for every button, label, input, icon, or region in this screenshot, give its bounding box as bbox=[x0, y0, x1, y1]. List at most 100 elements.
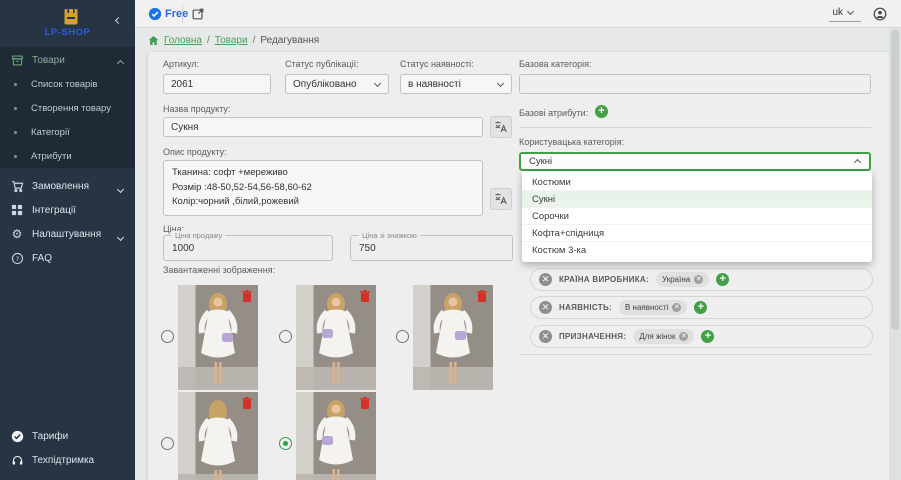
sidebar-item-label: Тарифи bbox=[32, 431, 68, 442]
scrollbar[interactable] bbox=[889, 28, 901, 480]
sidebar-item-categories[interactable]: Категорії bbox=[0, 120, 135, 144]
main-image-radio-selected[interactable] bbox=[279, 437, 292, 450]
bullet-icon bbox=[14, 83, 17, 86]
dropdown-option[interactable]: Костюми bbox=[522, 174, 872, 191]
description-textarea[interactable]: Тканина: софт +мереживо Розмір :48-50,52… bbox=[163, 160, 483, 216]
language-underline bbox=[829, 21, 861, 22]
sidebar-collapse-button[interactable] bbox=[113, 10, 125, 22]
sidebar: LP-SHOP Товари Список товарів Створення … bbox=[0, 0, 135, 480]
discount-price-label: Ціна зі знижкою bbox=[359, 231, 420, 240]
category-dropdown: Костюми Сукні Сорочки Кофта+спідниця Кос… bbox=[522, 171, 872, 262]
sidebar-item-faq[interactable]: ? FAQ bbox=[0, 246, 135, 270]
remove-value-icon[interactable]: ✕ bbox=[694, 275, 703, 284]
sidebar-item-settings[interactable]: ⚙ Налаштування bbox=[0, 222, 135, 246]
publish-status-label: Статус публікації: bbox=[285, 59, 359, 69]
app-logo: LP-SHOP bbox=[0, 27, 135, 38]
main-image-radio[interactable] bbox=[279, 330, 292, 343]
publish-status-select[interactable]: Опубліковано bbox=[285, 74, 389, 94]
sidebar-item-product-create[interactable]: Створення товару bbox=[0, 96, 135, 120]
base-attributes-label: Базові атрибути: bbox=[519, 108, 588, 118]
sidebar-item-integrations[interactable]: Інтеграції bbox=[0, 198, 135, 222]
sidebar-item-label: FAQ bbox=[32, 253, 52, 264]
help-icon: ? bbox=[10, 251, 24, 265]
sidebar-item-products[interactable]: Товари bbox=[0, 48, 135, 72]
attribute-row-country: ✕ КРАЇНА ВИРОБНИКА: Україна ✕ + bbox=[530, 268, 873, 291]
sidebar-item-label: Налаштування bbox=[32, 229, 101, 240]
chevron-down-icon bbox=[847, 8, 854, 15]
bullet-icon bbox=[14, 131, 17, 134]
custom-category-select[interactable]: Сукні bbox=[519, 152, 871, 171]
sidebar-item-attributes[interactable]: Атрибути bbox=[0, 144, 135, 168]
remove-value-icon[interactable]: ✕ bbox=[672, 303, 681, 312]
discount-price-field[interactable]: Ціна зі знижкою 750 bbox=[350, 235, 513, 261]
main-image-radio[interactable] bbox=[161, 330, 174, 343]
breadcrumb-home[interactable]: Головна bbox=[164, 35, 202, 46]
attribute-value-chip: В наявності ✕ bbox=[619, 300, 687, 315]
stock-status-select[interactable]: в наявності bbox=[400, 74, 512, 94]
product-name-label: Назва продукту: bbox=[163, 104, 230, 114]
account-icon[interactable] bbox=[873, 7, 887, 21]
delete-image-icon[interactable] bbox=[477, 290, 487, 302]
main-image-radio[interactable] bbox=[396, 330, 409, 343]
translate-button[interactable] bbox=[490, 116, 512, 138]
delete-image-icon[interactable] bbox=[242, 290, 252, 302]
sale-price-value: 1000 bbox=[172, 243, 194, 254]
translate-icon bbox=[494, 120, 508, 134]
language-selector[interactable]: uk bbox=[832, 7, 853, 18]
main-image-radio[interactable] bbox=[161, 437, 174, 450]
sku-input[interactable] bbox=[163, 74, 271, 94]
add-value-button[interactable]: + bbox=[701, 330, 714, 343]
uploaded-images-label: Завантаженні зображення: bbox=[163, 265, 275, 275]
plan-badge[interactable]: Free bbox=[165, 8, 188, 20]
open-storefront-icon[interactable] bbox=[191, 7, 205, 21]
add-value-button[interactable]: + bbox=[694, 301, 707, 314]
sidebar-group-products: Товари Список товарів Створення товару К… bbox=[0, 48, 135, 168]
sidebar-item-tariffs[interactable]: Тарифи bbox=[0, 424, 135, 448]
remove-value-icon[interactable]: ✕ bbox=[679, 332, 688, 341]
breadcrumb-separator: / bbox=[207, 35, 210, 46]
sidebar-item-label: Товари bbox=[32, 55, 65, 66]
product-photo bbox=[413, 285, 493, 390]
sidebar-item-support[interactable]: Техпідтримка bbox=[0, 448, 135, 472]
cart-icon bbox=[10, 179, 24, 193]
remove-attribute-icon[interactable]: ✕ bbox=[539, 273, 552, 286]
base-category-label: Базова категорія: bbox=[519, 59, 591, 69]
dropdown-option-selected[interactable]: Сукні bbox=[522, 191, 872, 208]
dropdown-option[interactable]: Кофта+спідниця bbox=[522, 225, 872, 242]
home-icon bbox=[148, 35, 159, 46]
remove-attribute-icon[interactable]: ✕ bbox=[539, 330, 552, 343]
divider bbox=[519, 127, 871, 128]
scrollbar-thumb[interactable] bbox=[891, 30, 899, 330]
check-circle-icon bbox=[10, 429, 24, 443]
attribute-row-purpose: ✕ ПРИЗНАЧЕННЯ: Для жінок ✕ + bbox=[530, 325, 873, 348]
language-value: uk bbox=[832, 7, 843, 18]
delete-image-icon[interactable] bbox=[360, 397, 370, 409]
dropdown-option[interactable]: Сорочки bbox=[522, 208, 872, 225]
sale-price-label: Ціна продажу bbox=[172, 231, 225, 240]
sidebar-item-orders[interactable]: Замовлення bbox=[0, 174, 135, 198]
delete-image-icon[interactable] bbox=[360, 290, 370, 302]
breadcrumb-separator: / bbox=[253, 35, 256, 46]
sale-price-field[interactable]: Ціна продажу 1000 bbox=[163, 235, 333, 261]
translate-button[interactable] bbox=[490, 188, 512, 210]
description-label: Опис продукту: bbox=[163, 147, 227, 157]
delete-image-icon[interactable] bbox=[242, 397, 252, 409]
product-photo bbox=[178, 392, 258, 480]
chevron-down-icon bbox=[118, 184, 123, 195]
attribute-name: НАЯВНІСТЬ: bbox=[559, 303, 612, 312]
box-icon bbox=[10, 53, 24, 67]
translate-icon bbox=[494, 192, 508, 206]
dropdown-option[interactable]: Костюм 3-ка bbox=[522, 242, 872, 259]
breadcrumb-products[interactable]: Товари bbox=[215, 35, 248, 46]
product-name-input[interactable] bbox=[163, 117, 483, 137]
add-base-attribute-button[interactable]: + bbox=[595, 105, 608, 118]
sidebar-item-product-list[interactable]: Список товарів bbox=[0, 72, 135, 96]
main-content: Головна / Товари / Редагування Артикул: … bbox=[135, 28, 901, 480]
add-value-button[interactable]: + bbox=[716, 273, 729, 286]
attribute-value-chip: Україна ✕ bbox=[656, 272, 709, 287]
chevron-down-icon bbox=[118, 232, 123, 243]
remove-attribute-icon[interactable]: ✕ bbox=[539, 301, 552, 314]
base-category-input[interactable] bbox=[519, 74, 871, 94]
attribute-name: КРАЇНА ВИРОБНИКА: bbox=[559, 275, 649, 284]
chevron-up-icon bbox=[854, 159, 861, 166]
